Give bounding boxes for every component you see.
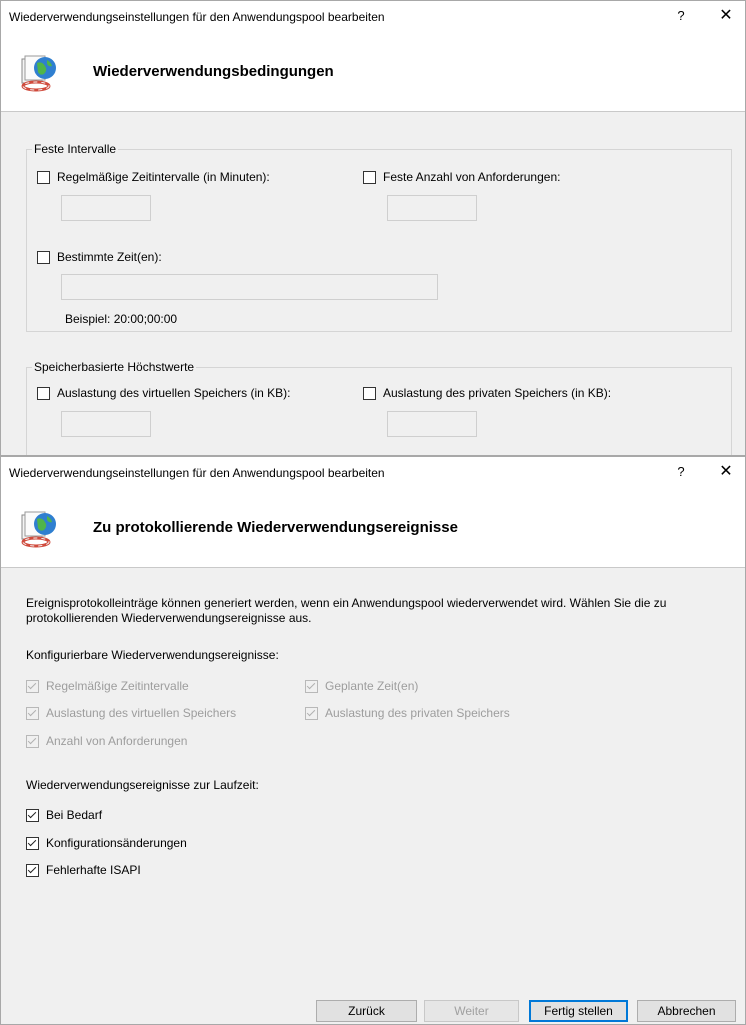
title-bar: Wiederverwendungseinstellungen für den A…	[1, 457, 745, 487]
back-button[interactable]: Zurück	[316, 1000, 417, 1022]
memory-limits-legend: Speicherbasierte Höchstwerte	[32, 360, 197, 374]
specific-times-label: Bestimmte Zeit(en):	[57, 250, 162, 264]
private-memory-input[interactable]	[387, 411, 477, 437]
checkbox-box[interactable]	[37, 170, 50, 184]
on-demand-checkbox[interactable]: Bei Bedarf	[26, 808, 102, 822]
runtime-label: Bei Bedarf	[46, 808, 103, 822]
specific-times-input[interactable]	[61, 274, 438, 300]
checkbox-box	[26, 679, 39, 693]
close-button[interactable]: ✕	[715, 5, 737, 27]
checkbox-box[interactable]	[363, 170, 376, 184]
config-changes-checkbox[interactable]: Konfigurationsänderungen	[26, 836, 187, 850]
help-button[interactable]: ?	[671, 6, 691, 26]
virtual-memory-checkbox[interactable]: Auslastung des virtuellen Speichers (in …	[37, 386, 290, 400]
checkbox-box	[305, 706, 318, 720]
checkbox-box	[26, 734, 39, 748]
fixed-intervals-legend: Feste Intervalle	[32, 142, 119, 156]
unhealthy-isapi-checkbox[interactable]: Fehlerhafte ISAPI	[26, 863, 141, 877]
title-bar: Wiederverwendungseinstellungen für den A…	[1, 1, 745, 31]
configurable-label: Anzahl von Anforderungen	[46, 734, 188, 748]
page-title: Zu protokollierende Wiederverwendungsere…	[93, 519, 458, 536]
runtime-label: Konfigurationsänderungen	[46, 836, 187, 850]
next-button[interactable]: Weiter	[424, 1000, 519, 1022]
checkbox-box[interactable]	[26, 808, 39, 822]
configurable-scheduled-times-checkbox: Geplante Zeit(en)	[305, 679, 418, 693]
app-pool-globe-icon	[21, 511, 56, 548]
configurable-regular-intervals-checkbox: Regelmäßige Zeitintervalle	[26, 679, 189, 693]
help-button[interactable]: ?	[671, 462, 691, 482]
wizard-header: Zu protokollierende Wiederverwendungsere…	[1, 487, 745, 568]
checkbox-box	[26, 706, 39, 720]
close-button[interactable]: ✕	[715, 461, 737, 483]
private-memory-label: Auslastung des privaten Speichers (in KB…	[383, 386, 612, 400]
configurable-label: Auslastung des privaten Speichers	[325, 706, 510, 720]
page-title: Wiederverwendungsbedingungen	[93, 63, 334, 80]
fixed-requests-label: Feste Anzahl von Anforderungen:	[383, 170, 561, 184]
example-hint: Beispiel: 20:00;00:00	[65, 312, 178, 326]
checkbox-box[interactable]	[37, 386, 50, 400]
configurable-request-count-checkbox: Anzahl von Anforderungen	[26, 734, 187, 748]
virtual-memory-label: Auslastung des virtuellen Speichers (in …	[57, 386, 291, 400]
checkbox-box[interactable]	[37, 250, 50, 264]
description-text: Ereignisprotokolleinträge können generie…	[26, 596, 667, 625]
fixed-requests-checkbox[interactable]: Feste Anzahl von Anforderungen:	[363, 170, 560, 184]
regular-intervals-checkbox[interactable]: Regelmäßige Zeitintervalle (in Minuten):	[37, 170, 270, 184]
configurable-virtual-memory-checkbox: Auslastung des virtuellen Speichers	[26, 706, 236, 720]
configurable-label: Auslastung des virtuellen Speichers	[46, 706, 237, 720]
recycling-conditions-dialog: Wiederverwendungseinstellungen für den A…	[0, 0, 746, 456]
window-title: Wiederverwendungseinstellungen für den A…	[9, 466, 385, 480]
app-pool-globe-icon	[21, 55, 56, 92]
window-title: Wiederverwendungseinstellungen für den A…	[9, 10, 385, 24]
checkbox-box	[305, 679, 318, 693]
specific-times-checkbox[interactable]: Bestimmte Zeit(en):	[37, 250, 162, 264]
checkbox-box[interactable]	[26, 836, 39, 850]
fixed-requests-input[interactable]	[387, 195, 477, 221]
finish-button[interactable]: Fertig stellen	[529, 1000, 628, 1022]
configurable-heading: Konfigurierbare Wiederverwendungsereigni…	[26, 648, 279, 662]
private-memory-checkbox[interactable]: Auslastung des privaten Speichers (in KB…	[363, 386, 611, 400]
configurable-private-memory-checkbox: Auslastung des privaten Speichers	[305, 706, 510, 720]
checkbox-box[interactable]	[363, 386, 376, 400]
regular-intervals-input[interactable]	[61, 195, 151, 221]
checkbox-box[interactable]	[26, 863, 39, 877]
virtual-memory-input[interactable]	[61, 411, 151, 437]
runtime-label: Fehlerhafte ISAPI	[46, 863, 141, 877]
wizard-header: Wiederverwendungsbedingungen	[1, 31, 745, 112]
regular-intervals-label: Regelmäßige Zeitintervalle (in Minuten):	[57, 170, 270, 184]
configurable-label: Regelmäßige Zeitintervalle	[46, 679, 189, 693]
cancel-button[interactable]: Abbrechen	[637, 1000, 736, 1022]
runtime-heading: Wiederverwendungsereignisse zur Laufzeit…	[26, 778, 259, 792]
configurable-label: Geplante Zeit(en)	[325, 679, 419, 693]
